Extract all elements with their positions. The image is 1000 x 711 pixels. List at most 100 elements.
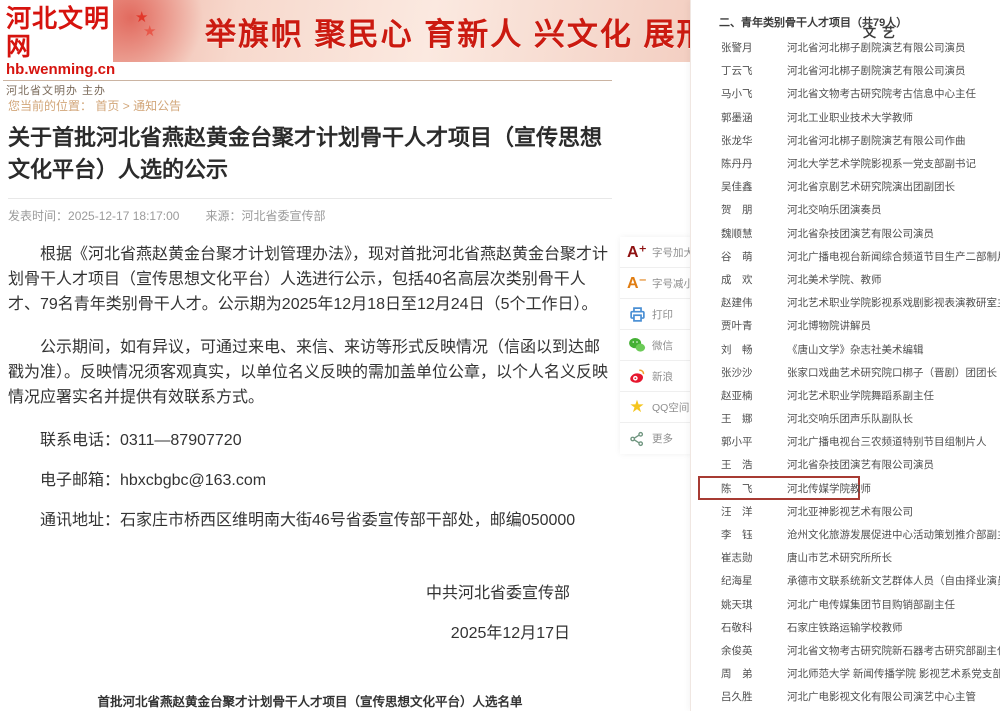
person-title: 承德市文联系统新文艺群体人员（自由择业演员、歌手）: [787, 573, 1000, 588]
breadcrumb-separator: >: [123, 99, 130, 113]
person-title: 河北广电传媒集团节目购销部副主任: [787, 597, 955, 612]
toolbar-font-decrease-button[interactable]: A⁻ 字号减小: [620, 268, 696, 299]
person-title: 河北传媒学院教师: [787, 481, 871, 496]
toolbar-share-more-button[interactable]: 更多: [620, 423, 696, 454]
person-name: 郭墨涵: [721, 110, 781, 125]
person-title: 河北广播电视台三农频道特别节目组制片人: [787, 434, 987, 449]
person-name: 吕久胜: [721, 689, 781, 704]
toolbar-print-button[interactable]: 打印: [620, 299, 696, 330]
breadcrumb: 您当前的位置： 首页 > 通知公告: [8, 97, 181, 114]
signature-block: 中共河北省委宣传部 2025年12月17日: [8, 579, 612, 643]
breadcrumb-home-link[interactable]: 首页: [95, 99, 119, 113]
roster-row: 陈丹丹 河北大学艺术学院影视系一党支部副书记: [691, 152, 1000, 175]
roster-row: 张警月 河北省河北梆子剧院演艺有限公司演员: [691, 36, 1000, 59]
person-name: 张沙沙: [721, 365, 781, 380]
toolbar-weibo-button[interactable]: 新浪: [620, 361, 696, 392]
roster-row: 马小飞 河北省文物考古研究院考古信息中心主任: [691, 82, 1000, 105]
person-name: 刘 畅: [721, 342, 781, 357]
article-meta: 发表时间：2025-12-17 18:17:00来源：河北省委宣传部: [8, 207, 612, 224]
person-title: 河北大学艺术学院影视系一党支部副书记: [787, 156, 976, 171]
star-icon: ★: [135, 8, 148, 26]
qzone-icon: ★: [627, 397, 647, 417]
wechat-icon: [627, 335, 647, 355]
person-title: 河北省河北梆子剧院演艺有限公司作曲: [787, 133, 966, 148]
roster-panel: 二、青年类别骨干人才项目（共79人） 文艺 张警月 河北省河北梆子剧院演艺有限公…: [690, 0, 1000, 711]
person-title: 河北博物院讲解员: [787, 318, 871, 333]
person-title: 河北省京剧艺术研究院演出团副团长: [787, 179, 955, 194]
roster-row: 吕久胜 河北广电影视文化有限公司演艺中心主管: [691, 685, 1000, 708]
banner-slogan: 举旗帜 聚民心 育新人 兴文化 展形象: [205, 9, 690, 54]
page-title: 关于首批河北省燕赵黄金台聚才计划骨干人才项目（宣传思想文化平台）人选的公示: [8, 122, 612, 186]
breadcrumb-current-link[interactable]: 通知公告: [133, 99, 181, 113]
person-name: 张龙华: [721, 133, 781, 148]
person-title: 河北省杂技团演艺有限公司演员: [787, 226, 934, 241]
person-title: 河北师范大学 新闻传播学院 影视艺术系党支部书记: [787, 666, 1000, 681]
person-title: 河北省河北梆子剧院演艺有限公司演员: [787, 63, 966, 78]
roster-row: 姚天琪 河北广电传媒集团节目购销部副主任: [691, 593, 1000, 616]
roster-row: 赵亚楠 河北艺术职业学院舞蹈系副主任: [691, 384, 1000, 407]
person-title: 河北省杂技团演艺有限公司演员: [787, 457, 934, 472]
roster-row: 王 浩 河北省杂技团演艺有限公司演员: [691, 453, 1000, 476]
roster-row: 魏顺慧 河北省杂技团演艺有限公司演员: [691, 222, 1000, 245]
article-body: 根据《河北省燕赵黄金台聚才计划管理办法》，现对首批河北省燕赵黄金台聚才计划骨干人…: [8, 242, 612, 533]
roster-row: 谷 萌 河北广播电视台新闻综合频道节目生产二部制片人: [691, 245, 1000, 268]
person-name: 赵建伟: [721, 295, 781, 310]
toolbar-wechat-button[interactable]: 微信: [620, 330, 696, 361]
contact-phone: 联系电话：0311—87907720: [8, 428, 612, 453]
roster-row: 陈 飞 河北传媒学院教师: [691, 477, 1000, 500]
person-title: 河北广播电视台新闻综合频道节目生产二部制片人: [787, 249, 1000, 264]
roster-row: 贾叶青 河北博物院讲解员: [691, 314, 1000, 337]
roster-row: 郭墨涵 河北工业职业技术大学教师: [691, 106, 1000, 129]
share-toolbar: A⁺ 字号加大 A⁻ 字号减小 打印 微信 新浪 ★ QQ空间 更多: [620, 237, 696, 454]
source-value: 河北省委宣传部: [241, 209, 325, 223]
person-title: 《唐山文学》杂志社美术编辑: [787, 342, 924, 357]
roster-row: 丁云飞 河北省河北梆子剧院演艺有限公司演员: [691, 59, 1000, 82]
weibo-icon: [627, 366, 647, 386]
article-paragraph: 根据《河北省燕赵黄金台聚才计划管理办法》，现对首批河北省燕赵黄金台聚才计划骨干人…: [8, 242, 612, 317]
roster-caption: 首批河北省燕赵黄金台聚才计划骨干人才项目（宣传思想文化平台）人选名单: [8, 691, 612, 710]
site-logo-subtitle: 河北省文明办 主办: [6, 82, 114, 98]
person-name: 李 钰: [721, 527, 781, 542]
roster-row: 贺 朋 河北交响乐团演奏员: [691, 198, 1000, 221]
site-logo-url: hb.wenming.cn: [6, 61, 114, 78]
site-logo[interactable]: 河北文明网 hb.wenming.cn 河北省文明办 主办: [6, 6, 114, 98]
share-more-icon: [627, 429, 647, 449]
toolbar-font-increase-button[interactable]: A⁺ 字号加大: [620, 237, 696, 268]
signature-date: 2025年12月17日: [8, 619, 570, 643]
person-title: 张家口戏曲艺术研究院口梆子（晋剧）团团长: [787, 365, 997, 380]
person-name: 赵亚楠: [721, 388, 781, 403]
person-title: 河北交响乐团声乐队副队长: [787, 411, 913, 426]
person-title: 唐山市艺术研究所所长: [787, 550, 892, 565]
print-icon: [627, 304, 647, 324]
banner: ★ 举旗帜 聚民心 育新人 兴文化 展形象: [113, 0, 690, 62]
article-paragraph: 公示期间，如有异议，可通过来电、来信、来访等形式反映情况（信函以到达邮戳为准）。…: [8, 335, 612, 410]
person-name: 郭小平: [721, 434, 781, 449]
person-name: 崔志勋: [721, 550, 781, 565]
person-title: 河北工业职业技术大学教师: [787, 110, 913, 125]
person-name: 王 浩: [721, 457, 781, 472]
roster-row: 张沙沙 张家口戏曲艺术研究院口梆子（晋剧）团团长: [691, 361, 1000, 384]
person-name: 贺 朋: [721, 202, 781, 217]
font-increase-icon: A⁺: [627, 242, 647, 262]
roster-row: 石敬科 石家庄铁路运输学校教师: [691, 616, 1000, 639]
person-name: 谷 萌: [721, 249, 781, 264]
person-title: 沧州文化旅游发展促进中心活动策划推介部副主任: [787, 527, 1000, 542]
person-title: 河北省文物考古研究院考古信息中心主任: [787, 86, 976, 101]
person-name: 丁云飞: [721, 63, 781, 78]
person-name: 吴佳鑫: [721, 179, 781, 194]
person-title: 河北美术学院、教师: [787, 272, 882, 287]
header-divider: [3, 80, 612, 81]
publish-time-label: 发表时间：: [8, 209, 68, 223]
toolbar-qzone-button[interactable]: ★ QQ空间: [620, 392, 696, 423]
font-decrease-icon: A⁻: [627, 273, 647, 293]
person-name: 纪海星: [721, 573, 781, 588]
person-name: 周 弟: [721, 666, 781, 681]
source-label: 来源：: [205, 209, 241, 223]
roster-list: 张警月 河北省河北梆子剧院演艺有限公司演员 丁云飞 河北省河北梆子剧院演艺有限公…: [691, 36, 1000, 708]
person-title: 河北艺术职业学院影视系戏剧影视表演教研室主任: [787, 295, 1000, 310]
person-name: 成 欢: [721, 272, 781, 287]
roster-row: 张龙华 河北省河北梆子剧院演艺有限公司作曲: [691, 129, 1000, 152]
person-name: 姚天琪: [721, 597, 781, 612]
contact-address: 通讯地址：石家庄市桥西区维明南大街46号省委宣传部干部处，邮编050000: [8, 508, 612, 533]
person-name: 陈 飞: [721, 481, 781, 496]
